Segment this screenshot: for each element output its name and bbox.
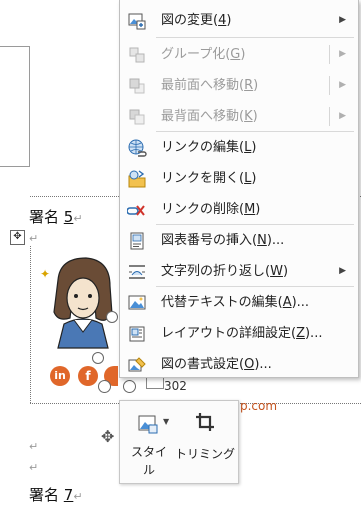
change-picture-icon — [128, 13, 146, 30]
submenu-arrow-icon: ▶ — [339, 266, 346, 276]
menu-item-send-to-back[interactable]: 最背面へ移動(K) ▶ — [120, 101, 358, 132]
menu-item-change-picture[interactable]: 図の変更(4) ▶ — [120, 5, 358, 36]
submenu-arrow-icon: ▶ — [339, 49, 346, 59]
cell-gridline — [30, 196, 119, 197]
submenu-arrow-icon: ▶ — [339, 15, 346, 25]
submenu-arrow-icon: ▶ — [339, 80, 346, 90]
menu-item-layout-settings[interactable]: レイアウトの詳細設定(Z)... — [120, 318, 358, 349]
table-border — [0, 166, 30, 167]
context-menu: 図の変更(4) ▶ グループ化(G) ▶ 最前面へ移動(R) ▶ 最背面へ移動(… — [119, 0, 359, 378]
cell-gridline — [30, 403, 119, 404]
signature-7-label: 署名 7↵ — [29, 486, 83, 504]
cell-gridline — [30, 246, 31, 403]
menu-item-bring-to-front[interactable]: 最前面へ移動(R) ▶ — [120, 70, 358, 101]
open-link-icon — [128, 170, 146, 188]
menu-item-format-picture[interactable]: 図の書式設定(O)... — [120, 349, 358, 380]
signature-5-label: 署名 5↵ — [29, 208, 83, 226]
paragraph-mark: ↵ — [29, 461, 39, 474]
resize-handle[interactable] — [123, 380, 136, 393]
style-button[interactable]: ▼ スタイル — [124, 401, 174, 483]
linkedin-icon[interactable]: in — [50, 366, 70, 386]
split-divider — [329, 107, 330, 126]
alt-text-icon — [128, 295, 146, 310]
crop-icon — [196, 413, 214, 431]
resize-handle[interactable] — [92, 352, 104, 364]
avatar-illustration[interactable]: ✦ — [36, 252, 126, 352]
mini-toolbar: ▼ スタイル トリミング — [119, 400, 239, 484]
paragraph-mark: ↵ — [29, 232, 39, 245]
email-fragment: p.com — [240, 399, 278, 413]
group-icon — [129, 47, 145, 63]
table-border — [0, 46, 29, 47]
wrap-text-icon — [129, 265, 145, 279]
remove-link-icon — [127, 205, 145, 216]
insert-caption-icon — [130, 232, 144, 250]
bring-to-front-icon — [129, 78, 145, 94]
menu-item-wrap-text[interactable]: 文字列の折り返し(W) ▶ — [120, 256, 358, 287]
table-move-handle[interactable]: ✥ — [10, 230, 25, 245]
svg-text:✦: ✦ — [40, 267, 50, 281]
dropdown-arrow-icon: ▼ — [163, 417, 170, 426]
menu-item-remove-link[interactable]: リンクの削除(M) — [120, 194, 358, 225]
resize-handle[interactable] — [98, 380, 111, 393]
format-picture-icon — [128, 357, 146, 372]
menu-item-group[interactable]: グループ化(G) ▶ — [120, 39, 358, 70]
picture-style-icon — [138, 415, 158, 434]
trim-button[interactable]: トリミング — [174, 401, 236, 483]
menu-item-edit-alt-text[interactable]: 代替テキストの編集(A)... — [120, 287, 358, 318]
menu-item-open-link[interactable]: リンクを開く(L) — [120, 163, 358, 194]
split-divider — [329, 76, 330, 95]
submenu-arrow-icon: ▶ — [339, 111, 346, 121]
facebook-icon[interactable]: f — [78, 366, 98, 386]
table-border — [29, 46, 30, 167]
menu-item-edit-link[interactable]: リンクの編集(L) — [120, 132, 358, 163]
layout-settings-icon — [129, 326, 145, 342]
menu-separator — [156, 37, 354, 38]
menu-item-insert-caption[interactable]: 図表番号の挿入(N)... — [120, 225, 358, 256]
send-to-back-icon — [129, 109, 145, 125]
move-cursor-icon: ✥ — [101, 427, 115, 446]
phone-fragment: 302 — [164, 379, 187, 393]
split-divider — [329, 45, 330, 64]
resize-handle[interactable] — [106, 311, 118, 323]
paragraph-mark: ↵ — [29, 440, 39, 453]
edit-link-icon — [128, 139, 147, 157]
